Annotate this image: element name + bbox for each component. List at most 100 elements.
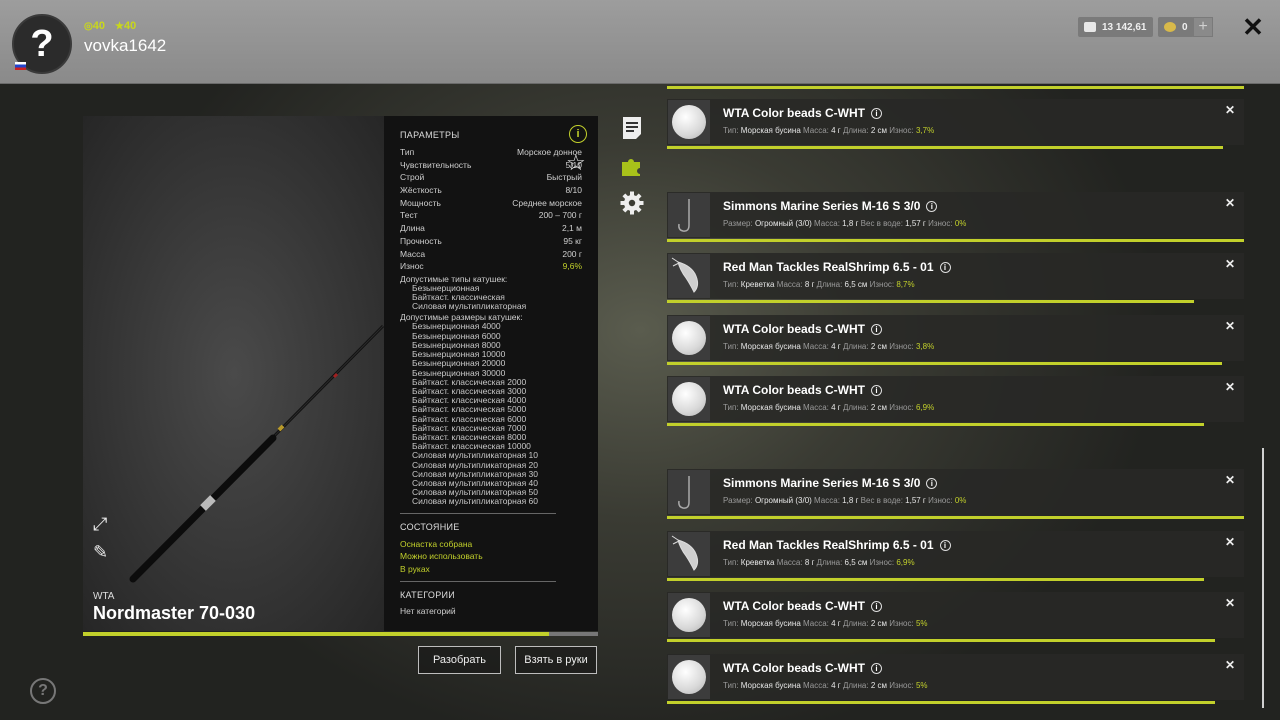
equipment-item[interactable]: WTA Color beads C-WHT i Тип: Морская бусин…: [667, 99, 1244, 145]
remove-item-button[interactable]: ✕: [1225, 535, 1235, 549]
item-meta: Тип: Морская бусина Масса: 4 г Длина: 2 …: [723, 126, 934, 135]
username: vovka1642: [84, 36, 167, 55]
param-value: 200 – 700 г: [538, 210, 582, 221]
rod-preview[interactable]: ⤢ ✎ WTA Nordmaster 70-030: [83, 116, 385, 631]
wear-value: 6,9%: [896, 558, 915, 567]
item-meta: Тип: Морская бусина Масса: 4 г Длина: 2 …: [723, 619, 928, 628]
param-row: Жёсткость 8/10: [400, 184, 582, 197]
remove-item-button[interactable]: ✕: [1225, 103, 1235, 117]
item-title: Red Man Tackles RealShrimp 6.5 - 01 i: [723, 538, 951, 552]
wear-value: 5%: [915, 681, 928, 690]
remove-item-button[interactable]: ✕: [1225, 196, 1235, 210]
item-name: WTA Color beads C-WHT: [723, 106, 865, 120]
meta-value: 8 г: [804, 558, 815, 567]
equipment-item[interactable]: WTA Color beads C-WHT i Тип: Морская бусин…: [667, 376, 1244, 422]
remove-item-button[interactable]: ✕: [1225, 257, 1235, 271]
item-name: WTA Color beads C-WHT: [723, 383, 865, 397]
item-durability-bar: [667, 362, 1244, 365]
info-icon[interactable]: i: [926, 478, 938, 489]
meta-label: Тип:: [723, 558, 741, 567]
bead-image: [672, 321, 706, 355]
silver-balance[interactable]: 13 142,61: [1078, 17, 1153, 37]
item-meta: Размер: Огромный (3/0) Масса: 1,8 г Вес …: [723, 219, 966, 228]
help-icon[interactable]: ?: [30, 678, 56, 704]
param-row: Прочность 95 кг: [400, 235, 582, 248]
meta-value: 8 г: [804, 280, 815, 289]
parameters-heading: ПАРАМЕТРЫ: [400, 130, 460, 140]
remove-item-button[interactable]: ✕: [1225, 658, 1235, 672]
equipment-item[interactable]: Red Man Tackles RealShrimp 6.5 - 01 i Тип:…: [667, 531, 1244, 577]
equipment-item[interactable]: WTA Color beads C-WHT i Тип: Морская бусин…: [667, 592, 1244, 638]
item-name: Simmons Marine Series M-16 S 3/0: [723, 199, 921, 213]
silver-icon: [1084, 22, 1096, 32]
param-row: Тип Морское донное: [400, 146, 582, 159]
close-button[interactable]: ✕: [1240, 12, 1266, 42]
item-durability-bar: [667, 300, 1244, 303]
info-icon[interactable]: i: [870, 324, 882, 335]
item-name: WTA Color beads C-WHT: [723, 661, 865, 675]
param-label: Чувствительность: [400, 159, 472, 170]
puzzle-icon[interactable]: [620, 154, 644, 178]
meta-label: Износ:: [889, 126, 916, 135]
param-value: 8/10: [565, 185, 582, 196]
meta-label: Длина:: [842, 619, 871, 628]
previous-item-bar: [667, 86, 1244, 89]
info-icon[interactable]: i: [926, 201, 938, 212]
remove-item-button[interactable]: ✕: [1225, 473, 1235, 487]
add-currency-button[interactable]: +: [1193, 17, 1213, 37]
item-title: Red Man Tackles RealShrimp 6.5 - 01 i: [723, 260, 951, 274]
meta-label: Вес в воде:: [860, 219, 906, 228]
param-value: Среднее морское: [512, 197, 582, 208]
remove-item-button[interactable]: ✕: [1225, 596, 1235, 610]
param-label: Износ: [400, 261, 424, 272]
favorite-star-icon[interactable]: ☆: [566, 150, 586, 176]
item-durability-bar: [667, 701, 1244, 704]
equipment-item[interactable]: Simmons Marine Series M-16 S 3/0 i Размер:…: [667, 469, 1244, 515]
equipment-item[interactable]: WTA Color beads C-WHT i Тип: Морская бусин…: [667, 654, 1244, 700]
meta-label: Тип:: [723, 681, 741, 690]
take-in-hands-button[interactable]: Взять в руки: [515, 646, 597, 674]
item-thumbnail: [668, 254, 710, 298]
rod-name: Nordmaster 70-030: [93, 603, 256, 623]
meta-value: 4 г: [831, 619, 841, 628]
equipment-item[interactable]: WTA Color beads C-WHT i Тип: Морская бусин…: [667, 315, 1244, 361]
paint-icon[interactable]: ✎: [93, 542, 108, 563]
meta-label: Масса:: [803, 342, 832, 351]
info-icon[interactable]: i: [870, 108, 882, 119]
remove-item-button[interactable]: ✕: [1225, 319, 1235, 333]
categories-value: Нет категорий: [400, 606, 456, 617]
meta-label: Тип:: [723, 619, 741, 628]
info-icon[interactable]: i: [569, 125, 587, 143]
rank-value: 40: [123, 20, 137, 32]
flag-icon: [15, 62, 26, 70]
item-durability-fill: [667, 423, 1205, 426]
notes-icon[interactable]: [620, 116, 644, 140]
meta-value: Креветка: [740, 280, 775, 289]
equipment-item[interactable]: Red Man Tackles RealShrimp 6.5 - 01 i Тип:…: [667, 253, 1244, 299]
scrollbar[interactable]: [1262, 448, 1264, 708]
meta-label: Длина:: [816, 280, 845, 289]
remove-item-button[interactable]: ✕: [1225, 380, 1235, 394]
equipment-item[interactable]: Simmons Marine Series M-16 S 3/0 i Размер:…: [667, 192, 1244, 238]
hook-image: [678, 476, 690, 509]
param-row: Мощность Среднее морское: [400, 197, 582, 210]
info-icon[interactable]: i: [870, 601, 882, 612]
gold-balance[interactable]: 0: [1158, 17, 1194, 37]
info-icon[interactable]: i: [870, 663, 882, 674]
info-icon[interactable]: i: [870, 385, 882, 396]
disassemble-button[interactable]: Разобрать: [418, 646, 501, 674]
meta-label: Длина:: [842, 681, 871, 690]
item-durability-fill: [667, 639, 1216, 642]
info-icon[interactable]: i: [939, 262, 951, 273]
param-value: 9,6%: [562, 261, 582, 272]
item-durability-fill: [667, 516, 1244, 519]
item-durability-fill: [667, 300, 1194, 303]
gear-icon[interactable]: [620, 191, 644, 215]
meta-label: Масса:: [803, 619, 832, 628]
meta-label: Размер:: [723, 496, 755, 505]
info-icon[interactable]: i: [939, 540, 951, 551]
item-title: WTA Color beads C-WHT i: [723, 106, 882, 120]
meta-value: 4 г: [831, 342, 841, 351]
expand-icon[interactable]: ⤢: [93, 514, 107, 535]
rank-stat: ★40: [115, 20, 136, 32]
